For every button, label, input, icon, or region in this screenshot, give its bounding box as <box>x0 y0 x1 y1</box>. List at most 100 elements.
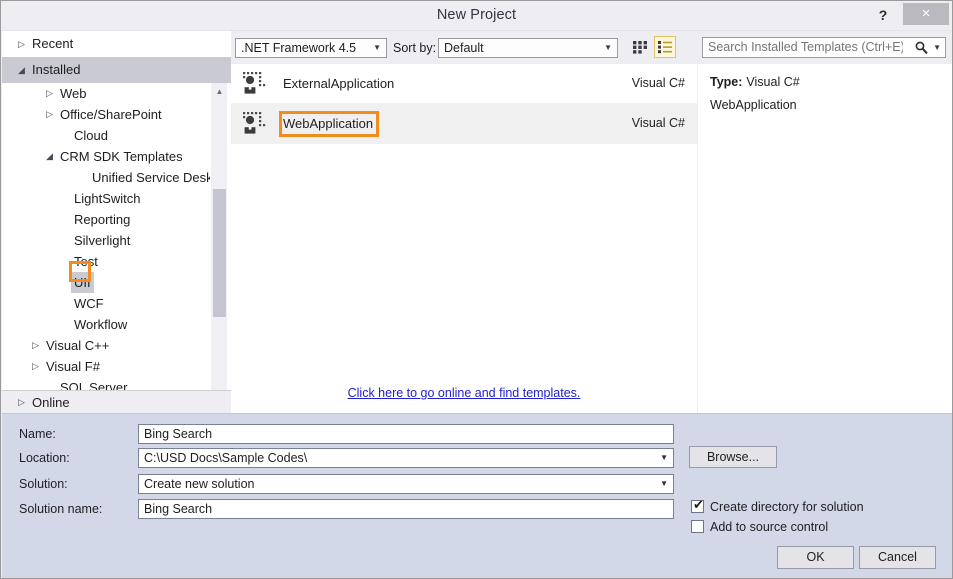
sidebar-group-installed[interactable]: ◢ Installed <box>2 57 231 83</box>
title-bar: New Project ? × <box>1 1 952 31</box>
field-value: Bing Search <box>144 427 213 441</box>
sidebar-group-online-label: Online <box>32 395 70 410</box>
chevron-right-icon[interactable]: ▷ <box>46 83 53 104</box>
page-title: New Project <box>436 7 517 23</box>
chevron-right-icon: ▷ <box>18 39 25 49</box>
sort-by-label: Sort by: <box>393 41 437 55</box>
checkbox-label: Create directory for solution <box>710 500 864 514</box>
template-name: WebApplication <box>283 116 374 131</box>
field-value: Create new solution <box>144 477 255 491</box>
tree-scrollbar[interactable]: ▲ ▼ <box>210 83 227 413</box>
template-description: WebApplication <box>710 98 797 112</box>
checkbox-label: Add to source control <box>710 520 829 534</box>
sidebar-item-label: Office/SharePoint <box>60 107 162 122</box>
sidebar-item-uii[interactable]: UII <box>2 272 231 293</box>
field-input[interactable]: Bing Search <box>138 424 674 444</box>
installed-templates-tree: ▷ Web ▷ Office/SharePoint Cloud ◢ CRM SDK Temp… <box>2 83 231 413</box>
sidebar-item-crm-sdk-templates[interactable]: ◢ CRM SDK Templates <box>2 146 231 167</box>
ok-button[interactable]: OK <box>777 546 854 569</box>
chevron-right-icon[interactable]: ▷ <box>46 104 53 125</box>
help-button[interactable]: ? <box>872 4 894 26</box>
sidebar-item-workflow[interactable]: Workflow <box>2 314 231 335</box>
chevron-down-icon[interactable]: ▼ <box>660 449 668 467</box>
checkmark-icon: ✔ <box>693 497 704 512</box>
field-label: Location: <box>19 451 70 465</box>
templates-tree-pane: ▷ Recent ◢ Installed ▷ Web ▷ Office/SharePo… <box>2 31 231 413</box>
browse-button[interactable]: Browse... <box>689 446 777 468</box>
field-label: Solution: <box>19 477 68 491</box>
sidebar-item-web[interactable]: ▷ Web <box>2 83 231 104</box>
chevron-right-icon[interactable]: ▷ <box>32 335 39 356</box>
sidebar-item-label: Web <box>60 86 87 101</box>
scrollbar-thumb[interactable] <box>213 189 226 317</box>
sidebar-item-wcf[interactable]: WCF <box>2 293 231 314</box>
sidebar-item-label: Workflow <box>74 317 128 332</box>
small-icons-view-icon[interactable] <box>629 36 651 58</box>
template-list-item[interactable]: WebApplication Visual C# <box>231 104 697 144</box>
sort-by-select[interactable]: Default ▼ <box>438 38 618 58</box>
sidebar-item-unified-service-desk[interactable]: Unified Service Desk <box>2 167 231 188</box>
sidebar-item-silverlight[interactable]: Silverlight <box>2 230 231 251</box>
chevron-down-icon[interactable]: ▼ <box>933 38 941 57</box>
search-input[interactable] <box>708 38 903 57</box>
uii-application-icon <box>241 110 269 138</box>
sidebar-item-label: CRM SDK Templates <box>60 149 183 164</box>
sidebar-item-label: LightSwitch <box>74 191 141 206</box>
template-list: ExternalApplication Visual C# WebApplicati… <box>231 64 697 413</box>
template-list-item[interactable]: ExternalApplication Visual C# <box>231 64 697 104</box>
chevron-right-icon[interactable]: ▷ <box>32 356 39 377</box>
sidebar-item-cloud[interactable]: Cloud <box>2 125 231 146</box>
template-type-value: Visual C# <box>746 75 800 89</box>
sidebar-item-label: Reporting <box>74 212 131 227</box>
chevron-down-icon: ▼ <box>373 43 381 52</box>
template-toolbar: .NET Framework 4.5 ▼ Sort by: Default ▼ <box>231 31 697 64</box>
search-icon[interactable] <box>914 40 929 55</box>
sidebar-group-installed-label: Installed <box>32 62 81 77</box>
template-type-label: Type: <box>710 75 743 89</box>
search-box[interactable]: ▼ <box>702 37 946 58</box>
sidebar-item-lightswitch[interactable]: LightSwitch <box>2 188 231 209</box>
sidebar-item-label: WCF <box>74 296 104 311</box>
sidebar-item-label: Silverlight <box>74 233 131 248</box>
field-value: C:\USD Docs\Sample Codes\ <box>144 451 308 465</box>
checkbox[interactable]: ✔ <box>691 497 704 513</box>
field-value: Bing Search <box>144 502 213 516</box>
sidebar-item-visual-c[interactable]: ▷ Visual C++ <box>2 335 231 356</box>
field-input[interactable]: C:\USD Docs\Sample Codes\ ▼ <box>138 448 674 468</box>
sidebar-item-label: Cloud <box>74 128 108 143</box>
details-pane: ▼ Type:Visual C# WebApplication <box>698 31 952 413</box>
template-language: Visual C# <box>631 116 685 130</box>
chevron-right-icon: ▷ <box>18 397 25 407</box>
sidebar-group-online[interactable]: ▷ Online <box>2 390 231 413</box>
sidebar-item-label: Unified Service Desk <box>92 170 213 185</box>
template-name: ExternalApplication <box>283 76 395 91</box>
cancel-button[interactable]: Cancel <box>859 546 936 569</box>
sidebar-item-office-sharepoint[interactable]: ▷ Office/SharePoint <box>2 104 231 125</box>
field-input[interactable]: Create new solution ▼ <box>138 474 674 494</box>
framework-version-select[interactable]: .NET Framework 4.5 ▼ <box>235 38 387 58</box>
framework-version-value: .NET Framework 4.5 <box>241 41 357 55</box>
scroll-up-arrow-icon[interactable]: ▲ <box>211 83 228 100</box>
chevron-down-icon: ◢ <box>18 65 25 75</box>
sidebar-item-test[interactable]: Test <box>2 251 231 272</box>
sidebar-item-reporting[interactable]: Reporting <box>2 209 231 230</box>
search-area: ▼ <box>698 31 952 64</box>
sidebar-item-label: UII <box>71 272 94 293</box>
template-language: Visual C# <box>631 76 685 90</box>
sidebar-item-visual-f[interactable]: ▷ Visual F# <box>2 356 231 377</box>
chevron-down-icon[interactable]: ◢ <box>46 146 53 167</box>
close-button[interactable]: × <box>903 3 949 25</box>
list-view-icon[interactable] <box>654 36 676 58</box>
chevron-down-icon[interactable]: ▼ <box>660 475 668 493</box>
template-type-row: Type: Visual C# <box>710 75 800 89</box>
uii-application-icon <box>241 70 269 98</box>
sidebar-item-label: Visual F# <box>46 359 100 374</box>
sidebar-group-recent[interactable]: ▷ Recent <box>2 31 231 57</box>
checkbox[interactable] <box>691 520 704 533</box>
find-online-templates-link[interactable]: Click here to go online and find templat… <box>231 386 697 400</box>
field-label: Solution name: <box>19 502 103 516</box>
chevron-down-icon: ▼ <box>604 43 612 52</box>
new-project-dialog: New Project ? × ▷ Recent ◢ Installed ▷ We… <box>0 0 953 579</box>
field-input[interactable]: Bing Search <box>138 499 674 519</box>
sidebar-group-recent-label: Recent <box>32 36 74 51</box>
